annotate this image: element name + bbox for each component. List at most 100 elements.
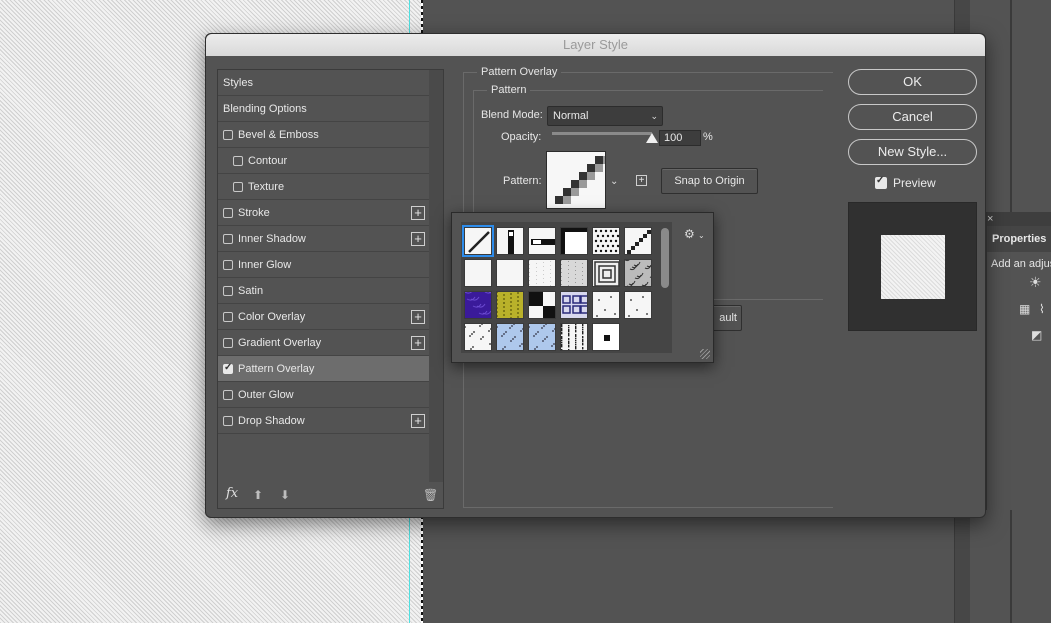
style-checkbox[interactable] [223, 337, 233, 348]
light-noise-pattern-swatch [529, 260, 555, 286]
style-item-label: Color Overlay [238, 310, 306, 323]
style-checkbox[interactable] [233, 181, 243, 192]
new-preset-icon[interactable]: + [636, 175, 647, 186]
pattern-tile-marble-pattern[interactable] [624, 259, 652, 287]
pattern-swatch[interactable] [546, 151, 606, 209]
style-preview-swatch [881, 235, 945, 299]
pattern-tile-light-blue-speckle-pattern[interactable] [496, 323, 524, 351]
style-checkbox[interactable] [223, 259, 233, 270]
pattern-tile-blue-weave-pattern[interactable] [560, 291, 588, 319]
ok-button[interactable]: OK [848, 69, 977, 95]
exposure-icon[interactable]: ◩ [1031, 328, 1042, 342]
pattern-tile-vertical-bar-pattern[interactable] [496, 227, 524, 255]
pattern-tile-light-blue-speckle-pattern[interactable] [528, 323, 556, 351]
style-item-label: Outer Glow [238, 388, 294, 401]
style-item-inner-glow[interactable]: Inner Glow [218, 252, 429, 278]
style-checkbox[interactable] [223, 285, 233, 296]
cancel-button[interactable]: Cancel [848, 104, 977, 130]
style-item-outer-glow[interactable]: Outer Glow [218, 382, 429, 408]
style-item-label: Blending Options [223, 102, 307, 115]
light-blue-speckle-pattern-swatch [497, 324, 523, 350]
move-down-icon[interactable]: ⬇ [280, 488, 290, 502]
light-blue-speckle-pattern-swatch [529, 324, 555, 350]
pattern-tile-concentric-squares-pattern[interactable] [592, 259, 620, 287]
style-item-color-overlay[interactable]: Color Overlay + [218, 304, 429, 330]
preview-checkbox[interactable] [875, 175, 887, 189]
style-preview-box [848, 202, 977, 331]
pattern-tile-white-pattern[interactable] [496, 259, 524, 287]
pattern-tile-horizontal-bar-pattern[interactable] [528, 227, 556, 255]
curves-icon[interactable]: ⌇ [1039, 302, 1045, 316]
pattern-tile-light-noise-pattern[interactable] [528, 259, 556, 287]
gear-menu-chevron-icon[interactable]: ⌄ [698, 231, 705, 240]
brightness-icon[interactable]: ☀ [1029, 274, 1042, 291]
blend-mode-label: Blend Mode: [481, 109, 543, 121]
style-item-inner-shadow[interactable]: Inner Shadow + [218, 226, 429, 252]
style-item-blending-options[interactable]: Blending Options [218, 96, 429, 122]
style-checkbox[interactable] [223, 311, 233, 322]
styles-list-scrollbar[interactable] [429, 70, 443, 482]
pattern-picker-popup: ⚙ ⌄ [451, 212, 714, 363]
pattern-picker-scrollbar[interactable] [661, 228, 669, 288]
pattern-tile-yellow-texture-pattern[interactable] [496, 291, 524, 319]
pattern-tile-grey-noise-pattern[interactable] [560, 259, 588, 287]
opacity-slider-track[interactable] [552, 132, 652, 135]
speckle-pattern-swatch [465, 324, 491, 350]
style-item-stroke[interactable]: Stroke + [218, 200, 429, 226]
opacity-input[interactable]: 100 [659, 130, 701, 146]
pattern-tile-dense-speckle-pattern[interactable] [560, 323, 588, 351]
add-style-instance-icon[interactable]: + [411, 231, 425, 246]
style-checkbox[interactable] [223, 415, 233, 426]
add-style-instance-icon[interactable]: + [411, 335, 425, 350]
pattern-tile-checker-pattern[interactable] [528, 291, 556, 319]
style-item-gradient-overlay[interactable]: Gradient Overlay + [218, 330, 429, 356]
pattern-tile-dot-grid-pattern[interactable] [592, 227, 620, 255]
pattern-tile-sparse-dots-pattern[interactable] [624, 291, 652, 319]
styles-list: Styles Blending Options Bevel & Emboss Cont… [217, 69, 444, 509]
style-checkbox[interactable] [223, 362, 233, 374]
pattern-tile-sparse-dots-pattern[interactable] [592, 291, 620, 319]
blend-mode-select[interactable]: Normal ⌄ [547, 106, 663, 126]
style-item-drop-shadow[interactable]: Drop Shadow + [218, 408, 429, 434]
trash-icon[interactable]: 🗑 [423, 488, 438, 502]
levels-icon[interactable]: ▦ [1019, 302, 1030, 316]
close-icon[interactable]: × [987, 212, 993, 226]
style-item-label: Inner Glow [238, 258, 292, 271]
style-item-label: Texture [248, 180, 285, 193]
style-item-label: Stroke [238, 206, 270, 219]
pattern-tile-diagonal-steps-pattern[interactable] [624, 227, 652, 255]
pattern-tile-black-corner-pattern[interactable] [560, 227, 588, 255]
marble-pattern-swatch [625, 260, 651, 286]
pattern-tile-white-pattern[interactable] [464, 259, 492, 287]
style-item-contour[interactable]: Contour [218, 148, 429, 174]
pattern-tile-diagonal-line-pattern[interactable] [462, 225, 494, 257]
purple-texture-pattern-swatch [465, 292, 491, 318]
fx-icon[interactable]: fx [226, 486, 238, 501]
move-up-icon[interactable]: ⬆ [253, 488, 263, 502]
style-item-label: Satin [238, 284, 264, 297]
opacity-slider-thumb[interactable] [646, 133, 658, 143]
pattern-tile-single-dot-pattern[interactable] [592, 323, 620, 351]
add-style-instance-icon[interactable]: + [411, 309, 425, 324]
gear-icon[interactable]: ⚙ [684, 227, 695, 241]
pattern-dropdown-chevron-icon[interactable]: ⌄ [610, 176, 618, 187]
style-checkbox[interactable] [223, 389, 233, 400]
style-item-texture[interactable]: Texture [218, 174, 429, 200]
snap-to-origin-button[interactable]: Snap to Origin [661, 168, 758, 194]
style-item-bevel-and-emboss[interactable]: Bevel & Emboss [218, 122, 429, 148]
preview-checkbox-row[interactable]: Preview [875, 175, 936, 190]
add-style-instance-icon[interactable]: + [411, 413, 425, 428]
pattern-tile-speckle-pattern[interactable] [464, 323, 492, 351]
style-checkbox[interactable] [233, 155, 243, 166]
styles-header[interactable]: Styles [218, 70, 429, 96]
style-item-satin[interactable]: Satin [218, 278, 429, 304]
pattern-tile-purple-texture-pattern[interactable] [464, 291, 492, 319]
add-style-instance-icon[interactable]: + [411, 205, 425, 220]
style-item-pattern-overlay[interactable]: Pattern Overlay [218, 356, 429, 382]
resize-grip-icon[interactable] [700, 349, 710, 359]
new-style-button[interactable]: New Style... [848, 139, 977, 165]
style-checkbox[interactable] [223, 233, 233, 244]
style-item-label: Inner Shadow [238, 232, 306, 245]
style-checkbox[interactable] [223, 207, 233, 218]
style-checkbox[interactable] [223, 129, 233, 140]
